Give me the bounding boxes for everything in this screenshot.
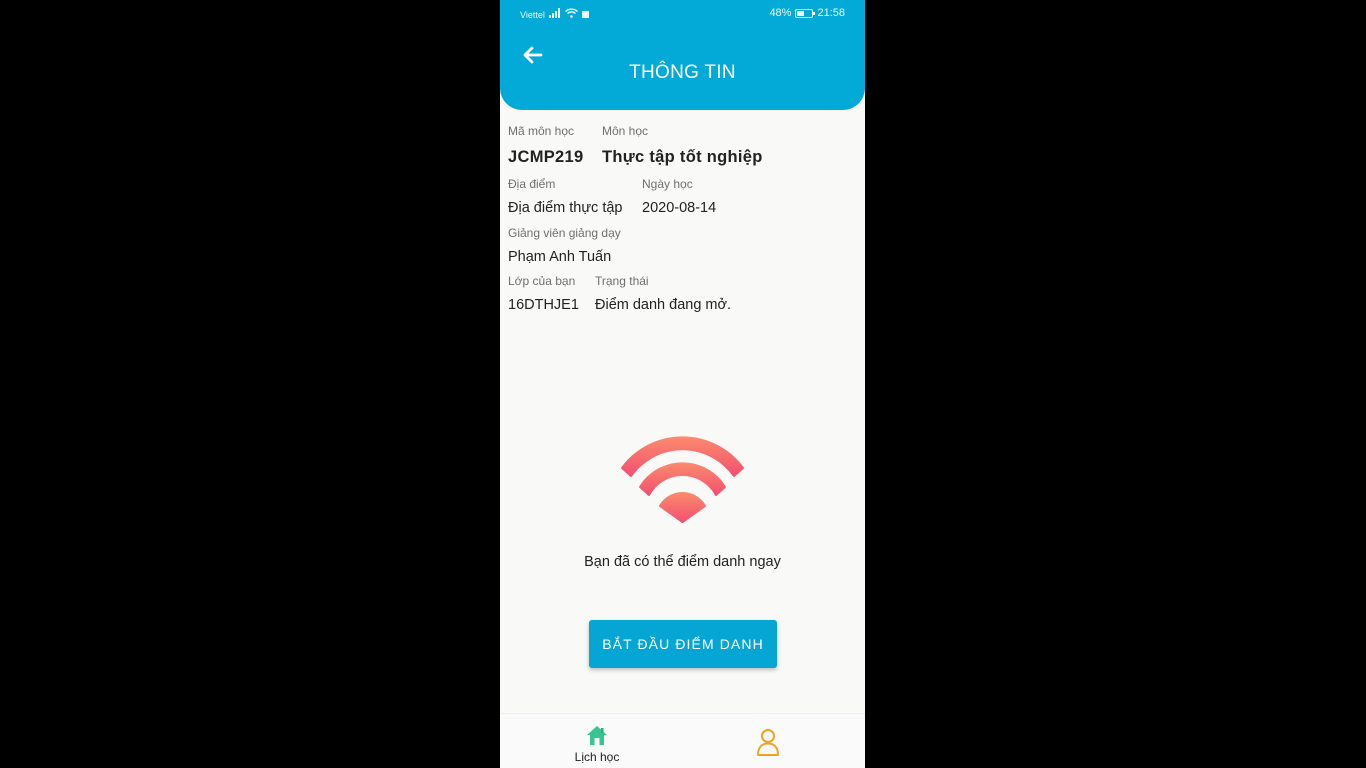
battery-percent: 48% <box>769 7 792 19</box>
course-name: Thực tập tốt nghiệp <box>602 148 763 166</box>
clock: 21:58 <box>817 7 845 19</box>
wifi-icon <box>620 430 745 525</box>
location-labels-row: Địa điểm Ngày học <box>508 177 693 191</box>
course-labels-row: Mã môn học Môn học <box>508 124 648 138</box>
status-bar: Viettel 48% 21:58 <box>500 0 865 28</box>
app-header: Viettel 48% 21:58 THÔNG TIN <box>500 0 865 110</box>
status-left: Viettel <box>520 8 589 21</box>
date-label: Ngày học <box>642 177 693 191</box>
nav-item-schedule[interactable]: Lịch học <box>506 714 688 768</box>
bottom-nav: Lịch học <box>500 713 865 768</box>
lecturer-label-row: Giảng viên giảng dạy <box>508 226 621 240</box>
lecturer-label: Giảng viên giảng dạy <box>508 226 621 240</box>
class-values-row: 16DTHJE1 Điểm danh đang mở. <box>508 297 731 313</box>
course-name-label: Môn học <box>602 124 649 138</box>
status-label: Trạng thái <box>595 274 649 288</box>
class-label: Lớp của bạn <box>508 274 576 288</box>
signal-icon <box>548 8 561 21</box>
class-value: 16DTHJE1 <box>508 297 579 313</box>
course-code: JCMP219 <box>508 148 584 166</box>
carrier-name: Viettel <box>520 9 545 20</box>
home-icon <box>587 726 607 745</box>
user-icon <box>757 729 779 756</box>
battery-fill <box>797 10 805 16</box>
class-labels-row: Lớp của bạn Trạng thái <box>508 274 649 288</box>
start-attendance-button[interactable]: BẮT ĐẦU ĐIỂM DANH <box>589 620 777 668</box>
location-value: Địa điểm thực tập <box>508 200 623 216</box>
battery-icon <box>795 8 816 18</box>
location-label: Địa điểm <box>508 177 556 191</box>
recording-icon <box>581 11 589 18</box>
lecturer-value-row: Phạm Anh Tuấn <box>508 249 611 265</box>
ready-message: Bạn đã có thể điểm danh ngay <box>584 554 781 570</box>
wifi-status-icon <box>564 8 578 21</box>
status-right: 48% 21:58 <box>769 7 845 19</box>
status-value: Điểm danh đang mở. <box>595 297 732 313</box>
lecturer-value: Phạm Anh Tuấn <box>508 249 612 265</box>
course-code-label: Mã môn học <box>508 124 575 138</box>
location-values-row: Địa điểm thực tập 2020-08-14 <box>508 200 716 216</box>
page-title: THÔNG TIN <box>629 62 736 83</box>
phone-screen: Viettel 48% 21:58 THÔNG TIN Mã môn học M… <box>500 0 865 768</box>
nav-label-schedule: Lịch học <box>574 750 620 764</box>
date-value: 2020-08-14 <box>642 200 717 216</box>
course-values-row: JCMP219 Thực tập tốt nghiệp <box>508 148 763 167</box>
nav-item-profile[interactable] <box>682 714 864 768</box>
